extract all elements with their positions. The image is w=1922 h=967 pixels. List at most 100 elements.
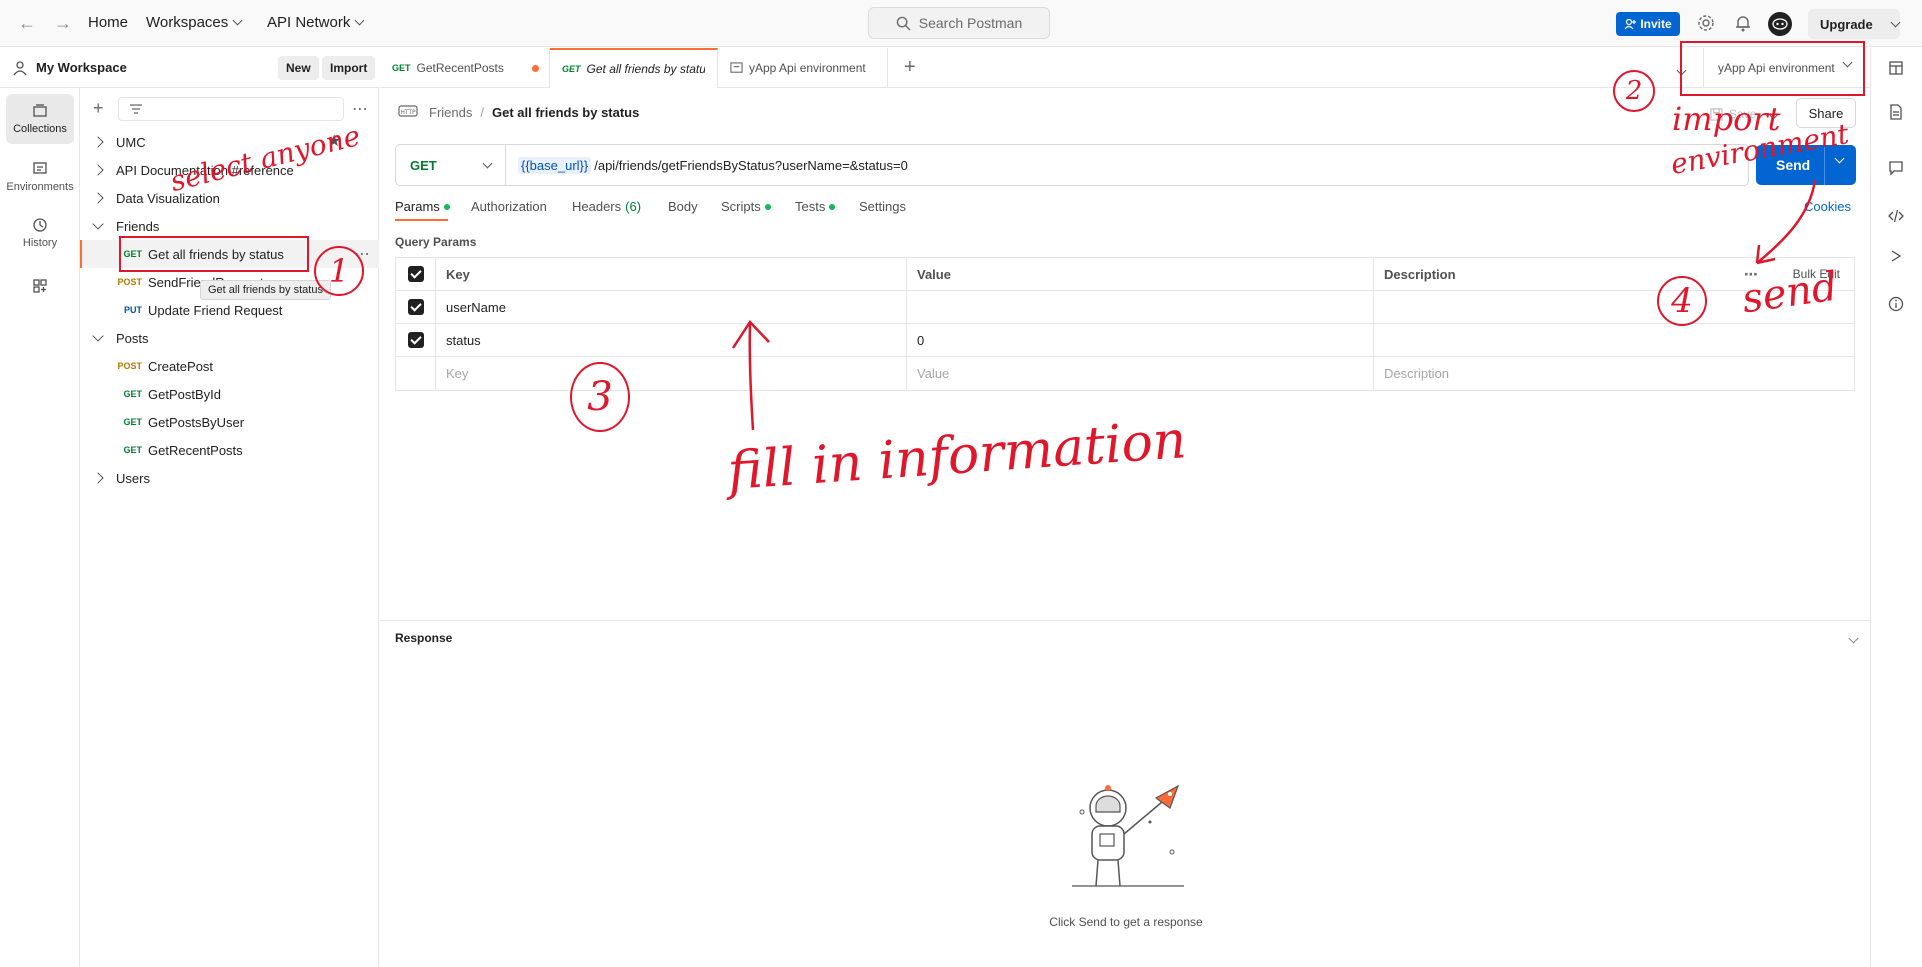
method-select-value: GET — [410, 157, 437, 173]
tree-collection-users[interactable]: Users — [80, 464, 379, 492]
tab-yapp-env[interactable]: yApp Api environment — [718, 48, 888, 88]
annotation-number-2: 2 — [1613, 70, 1655, 112]
divider — [380, 620, 1870, 621]
avatar[interactable] — [1768, 12, 1792, 36]
home-label: Home — [88, 14, 129, 31]
column-value: Value — [907, 258, 1374, 290]
environment-icon — [730, 61, 743, 73]
user-icon — [13, 61, 27, 76]
response-title: Response — [395, 631, 453, 645]
tree-request-update-friend[interactable]: PUT Update Friend Request — [80, 296, 379, 324]
response-collapse[interactable] — [1848, 630, 1859, 645]
code-icon[interactable] — [1888, 208, 1904, 224]
rail-collections[interactable]: Collections — [6, 94, 74, 144]
import-button[interactable]: Import — [322, 56, 376, 80]
search-input[interactable]: Search Postman — [868, 7, 1050, 39]
rail-more[interactable] — [6, 266, 74, 306]
new-description-field[interactable]: Description — [1374, 357, 1854, 390]
param-value-field[interactable] — [907, 291, 1374, 323]
url-input[interactable]: {{base_url}} /api/friends/getFriendsBySt… — [506, 156, 908, 174]
api-network-menu[interactable]: API Network — [267, 14, 365, 31]
tree-label: Update Friend Request — [148, 302, 283, 318]
rail-environments-label: Environments — [6, 181, 74, 193]
tab-label: Get all friends by status — [586, 62, 705, 76]
chevron-down-icon — [232, 15, 243, 26]
bell-icon[interactable] — [1733, 13, 1753, 36]
tab-settings[interactable]: Settings — [859, 199, 906, 214]
breadcrumb: Friends / Get all friends by status — [429, 105, 639, 120]
left-rail: Collections Environments History — [0, 48, 80, 967]
forward-arrow-icon[interactable]: → — [53, 13, 73, 33]
tree-folder-posts[interactable]: Posts — [80, 324, 379, 352]
import-label: Import — [330, 61, 368, 75]
new-button[interactable]: New — [278, 56, 319, 80]
breadcrumb-current[interactable]: Get all friends by status — [492, 105, 639, 120]
upgrade-menu-button[interactable] — [1880, 12, 1910, 36]
tree-request-getpostsbyuser[interactable]: GET GetPostsByUser — [80, 408, 379, 436]
new-tab-icon[interactable]: + — [904, 56, 916, 79]
tab-get-all-friends[interactable]: GET Get all friends by status — [550, 48, 718, 88]
tree-request-createpost[interactable]: POST CreatePost — [80, 352, 379, 380]
workspaces-menu[interactable]: Workspaces — [146, 14, 243, 31]
row-checkbox[interactable] — [396, 291, 436, 323]
url-bar: GET {{base_url}} /api/friends/getFriends… — [395, 144, 1749, 186]
tab-headers[interactable]: Headers (6) — [572, 199, 641, 214]
tree-label: GetPostsByUser — [148, 414, 245, 430]
avatar-icon — [1772, 18, 1788, 30]
back-arrow-icon[interactable]: ← — [17, 13, 37, 33]
comments-icon[interactable] — [1888, 160, 1904, 176]
invite-button[interactable]: Invite — [1616, 12, 1680, 36]
method-badge: POST — [117, 277, 142, 287]
info-icon[interactable] — [1888, 296, 1904, 312]
tab-body-label: Body — [668, 199, 698, 214]
method-select[interactable]: GET — [396, 145, 506, 185]
new-key-field[interactable]: Key — [436, 357, 907, 390]
tree-collection-data-viz[interactable]: Data Visualization — [80, 184, 379, 212]
status-dot-icon — [443, 203, 450, 210]
documentation-icon[interactable] — [1888, 104, 1904, 120]
add-collection-icon[interactable]: + — [93, 98, 104, 119]
tab-getrecentposts[interactable]: GET GetRecentPosts — [380, 48, 550, 88]
workspace-header: My Workspace New Import — [0, 48, 379, 88]
tree-request-getrecentposts[interactable]: GET GetRecentPosts — [80, 436, 379, 464]
tab-params[interactable]: Params — [395, 199, 450, 214]
headers-count-badge: (6) — [625, 199, 642, 214]
filter-input[interactable] — [118, 97, 344, 121]
tab-authorization[interactable]: Authorization — [471, 199, 547, 214]
upgrade-label: Upgrade — [1820, 16, 1873, 32]
chevron-down-icon — [92, 218, 104, 230]
tab-tests[interactable]: Tests — [795, 199, 836, 214]
row-checkbox[interactable] — [396, 324, 436, 356]
new-value-field[interactable]: Value — [907, 357, 1374, 390]
rail-environments[interactable]: Environments — [6, 152, 74, 202]
chevron-right-icon — [92, 136, 104, 148]
apps-grid-icon — [33, 279, 47, 293]
more-options-icon[interactable]: ⋯ — [352, 99, 369, 119]
param-value-field[interactable]: 0 — [907, 324, 1374, 356]
response-empty-text: Click Send to get a response — [1049, 915, 1203, 929]
checkbox-checked-icon — [407, 299, 424, 315]
tab-scripts-label: Scripts — [721, 199, 761, 214]
breadcrumb-parent[interactable]: Friends — [429, 105, 472, 120]
annotation-box-request — [119, 236, 309, 272]
param-description-field[interactable] — [1374, 324, 1854, 356]
tree-request-getpostbyid[interactable]: GET GetPostById — [80, 380, 379, 408]
table-row: status 0 — [396, 324, 1854, 357]
method-badge: GET — [562, 64, 581, 74]
rail-history[interactable]: History — [6, 208, 74, 258]
annotation-number-1: 1 — [314, 246, 364, 296]
method-badge: GET — [123, 389, 142, 399]
param-key-field[interactable]: status — [436, 324, 907, 356]
select-all-checkbox[interactable] — [396, 258, 436, 290]
home-link[interactable]: Home — [88, 14, 128, 31]
api-network-label: API Network — [267, 14, 351, 31]
related-collections-icon[interactable] — [1888, 248, 1904, 264]
tab-scripts[interactable]: Scripts — [721, 199, 771, 214]
workspace-overview-icon[interactable] — [1888, 60, 1904, 76]
history-icon — [33, 218, 47, 232]
annotation-arrow-up — [731, 319, 770, 431]
gear-icon[interactable] — [1696, 13, 1716, 36]
tab-body[interactable]: Body — [668, 199, 698, 214]
tree-label: Data Visualization — [116, 190, 220, 206]
param-key-field[interactable]: userName — [436, 291, 907, 323]
